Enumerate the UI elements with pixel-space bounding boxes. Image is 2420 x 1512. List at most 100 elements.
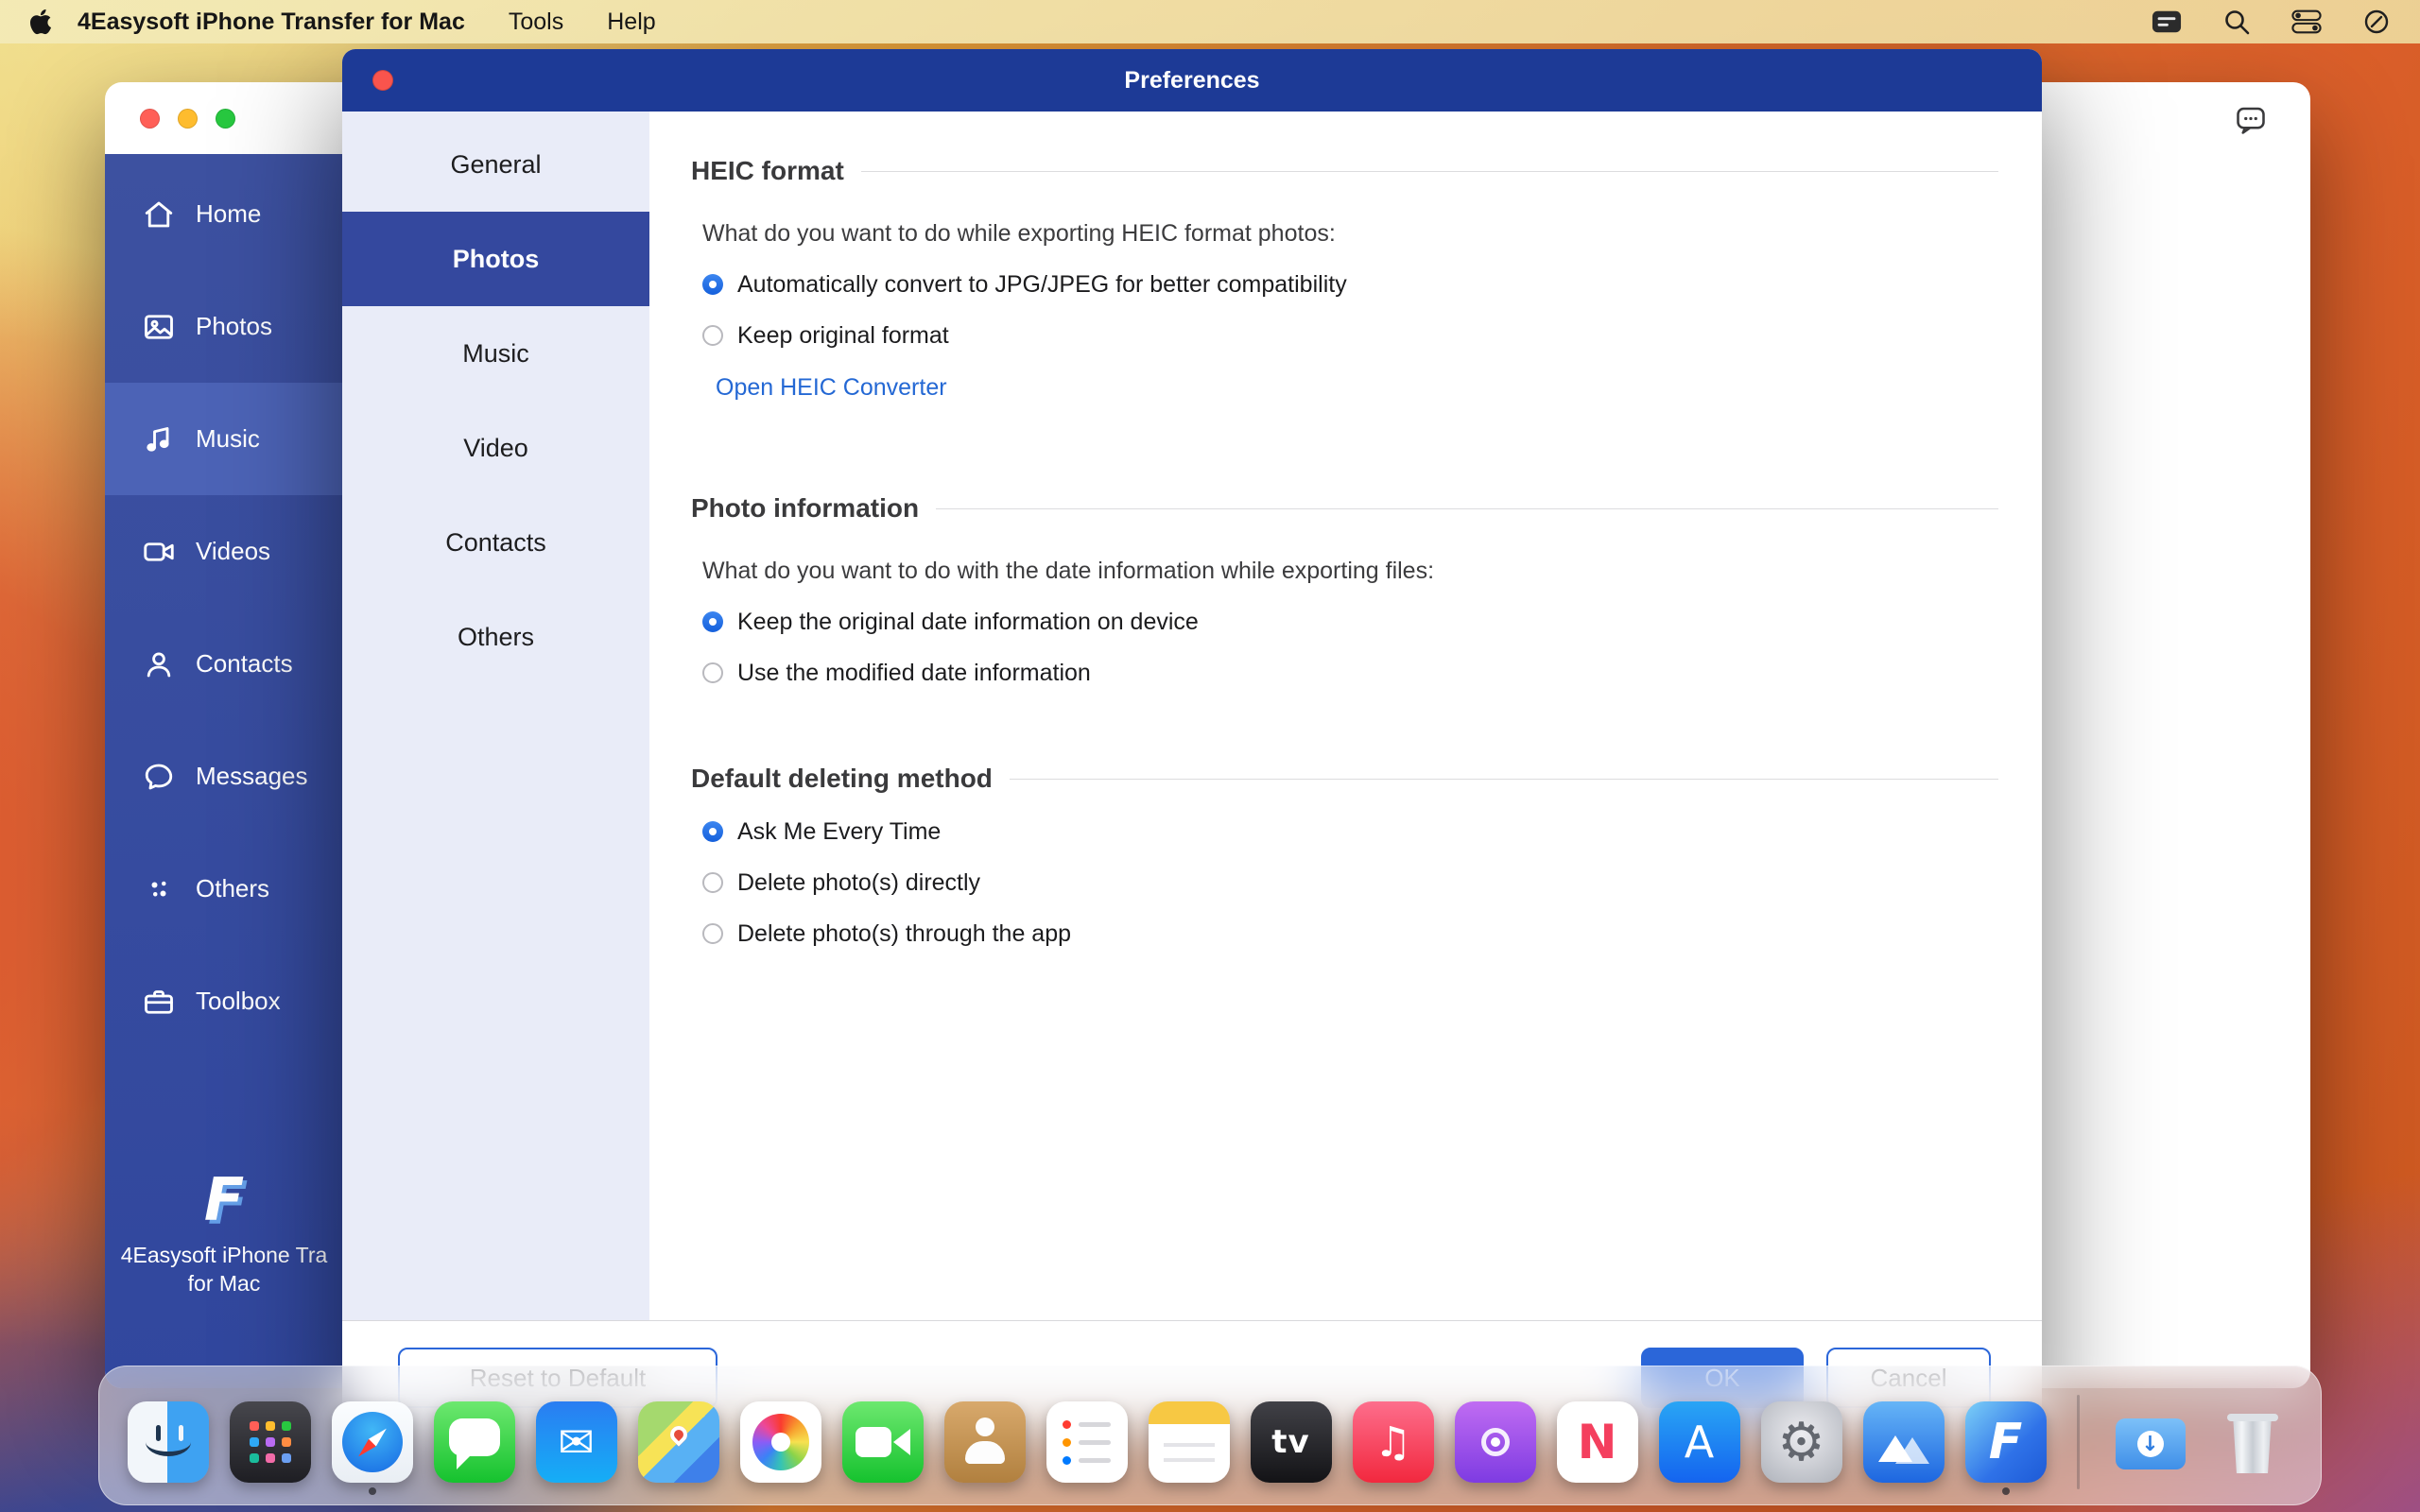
- news-dock-icon[interactable]: N: [1557, 1401, 1638, 1483]
- apple-tv-dock-icon[interactable]: tv: [1251, 1401, 1332, 1483]
- blue-mountain-app-dock-icon[interactable]: [1863, 1401, 1945, 1483]
- sidebar-item-photos[interactable]: Photos: [105, 270, 343, 383]
- safari-dock-icon[interactable]: [332, 1401, 413, 1483]
- heading-rule: [936, 508, 1998, 509]
- tab-general[interactable]: General: [342, 117, 649, 212]
- trash-dock-icon[interactable]: [2212, 1401, 2293, 1483]
- sidebar-item-contacts[interactable]: Contacts: [105, 608, 343, 720]
- sidebar-item-label: Videos: [196, 537, 270, 566]
- tab-label: Video: [463, 434, 528, 463]
- section-heading-text: HEIC format: [691, 156, 844, 186]
- sidebar-item-label: Toolbox: [196, 987, 281, 1016]
- menu-extra-icon[interactable]: [2361, 7, 2392, 37]
- sidebar-item-home[interactable]: Home: [105, 158, 343, 270]
- app-label-line2: for Mac: [105, 1269, 343, 1297]
- apple-menu-icon[interactable]: [28, 8, 53, 36]
- sidebar-item-label: Photos: [196, 312, 272, 341]
- radio-option-delete-through-app[interactable]: Delete photo(s) through the app: [702, 919, 1998, 948]
- contacts-dock-icon[interactable]: [944, 1401, 1026, 1483]
- keyboard-brightness-icon[interactable]: [2152, 7, 2182, 37]
- podcasts-dock-icon[interactable]: [1455, 1401, 1536, 1483]
- dialog-close-button[interactable]: [372, 70, 393, 91]
- menu-tools[interactable]: Tools: [509, 9, 563, 36]
- preferences-dialog: Preferences General Photos Music Video C…: [342, 49, 2042, 1429]
- section-heading: Photo information: [691, 492, 1998, 524]
- dock-separator: [2077, 1395, 2080, 1489]
- minimize-window-button[interactable]: [178, 109, 198, 129]
- radio-option-convert-jpg[interactable]: Automatically convert to JPG/JPEG for be…: [702, 270, 1998, 299]
- sidebar-item-videos[interactable]: Videos: [105, 495, 343, 608]
- radio-icon[interactable]: [702, 274, 723, 295]
- sidebar-item-messages[interactable]: Messages: [105, 720, 343, 833]
- radio-icon[interactable]: [702, 325, 723, 346]
- heading-rule: [1010, 779, 1998, 780]
- feedback-bubble-icon[interactable]: [2233, 103, 2269, 142]
- videos-icon: [141, 534, 177, 570]
- menu-bar: 4Easysoft iPhone Transfer for Mac Tools …: [0, 0, 2420, 43]
- radio-option-keep-original-format[interactable]: Keep original format: [702, 321, 1998, 350]
- close-window-button[interactable]: [140, 109, 160, 129]
- radio-label: Use the modified date information: [737, 660, 1091, 687]
- sidebar-item-label: Messages: [196, 762, 308, 791]
- radio-label: Delete photo(s) directly: [737, 869, 980, 897]
- radio-label: Delete photo(s) through the app: [737, 920, 1071, 948]
- dialog-body: General Photos Music Video Contacts Othe…: [342, 112, 2042, 1320]
- maps-dock-icon[interactable]: [638, 1401, 719, 1483]
- radio-option-ask-every-time[interactable]: Ask Me Every Time: [702, 817, 1998, 846]
- radio-label: Ask Me Every Time: [737, 818, 941, 846]
- section-default-deleting-method: Default deleting method Ask Me Every Tim…: [691, 763, 1998, 948]
- section-question: What do you want to do while exporting H…: [702, 219, 1998, 248]
- section-heic-format: HEIC format What do you want to do while…: [691, 155, 1998, 402]
- open-heic-converter-link[interactable]: Open HEIC Converter: [716, 374, 947, 402]
- menu-help[interactable]: Help: [607, 9, 655, 36]
- tab-others[interactable]: Others: [342, 590, 649, 684]
- radio-icon[interactable]: [702, 872, 723, 893]
- tab-contacts[interactable]: Contacts: [342, 495, 649, 590]
- radio-icon[interactable]: [702, 821, 723, 842]
- sidebar-item-others[interactable]: Others: [105, 833, 343, 945]
- zoom-window-button[interactable]: [216, 109, 235, 129]
- sidebar-item-toolbox[interactable]: Toolbox: [105, 945, 343, 1057]
- tab-photos[interactable]: Photos: [342, 212, 649, 306]
- downloads-dock-icon[interactable]: ↓: [2110, 1401, 2191, 1483]
- tab-label: General: [450, 150, 541, 180]
- home-icon: [141, 197, 177, 232]
- app-logo: F: [105, 1167, 343, 1233]
- traffic-lights: [140, 109, 235, 129]
- radio-option-delete-directly[interactable]: Delete photo(s) directly: [702, 868, 1998, 897]
- facetime-dock-icon[interactable]: [842, 1401, 924, 1483]
- mail-dock-icon[interactable]: ✉: [536, 1401, 617, 1483]
- reminders-dock-icon[interactable]: [1046, 1401, 1128, 1483]
- section-heading-text: Default deleting method: [691, 764, 993, 794]
- running-indicator: [369, 1487, 376, 1495]
- menu-bar-app-name[interactable]: 4Easysoft iPhone Transfer for Mac: [78, 9, 465, 36]
- tab-music[interactable]: Music: [342, 306, 649, 401]
- music-dock-icon[interactable]: ♫: [1353, 1401, 1434, 1483]
- radio-option-modified-date[interactable]: Use the modified date information: [702, 659, 1998, 687]
- radio-icon[interactable]: [702, 923, 723, 944]
- messages-dock-icon[interactable]: [434, 1401, 515, 1483]
- running-indicator: [2002, 1487, 2010, 1495]
- preferences-content: HEIC format What do you want to do while…: [649, 112, 2042, 1320]
- system-settings-dock-icon[interactable]: ⚙: [1761, 1401, 1842, 1483]
- sidebar-item-music[interactable]: Music: [105, 383, 343, 495]
- tab-video[interactable]: Video: [342, 401, 649, 495]
- contacts-icon: [141, 646, 177, 682]
- 4easysoft-dock-icon[interactable]: F: [1965, 1401, 2047, 1483]
- dialog-titlebar[interactable]: Preferences: [342, 49, 2042, 112]
- app-store-dock-icon[interactable]: A: [1659, 1401, 1740, 1483]
- notes-dock-icon[interactable]: [1149, 1401, 1230, 1483]
- section-heading-text: Photo information: [691, 493, 919, 524]
- photos-dock-icon[interactable]: [740, 1401, 821, 1483]
- dialog-title: Preferences: [1124, 67, 1259, 94]
- messages-icon: [141, 759, 177, 795]
- spotlight-search-icon[interactable]: [2221, 7, 2252, 37]
- radio-option-keep-original-date[interactable]: Keep the original date information on de…: [702, 608, 1998, 636]
- radio-icon[interactable]: [702, 662, 723, 683]
- control-center-icon[interactable]: [2291, 7, 2322, 37]
- radio-label: Keep original format: [737, 322, 949, 350]
- launchpad-dock-icon[interactable]: [230, 1401, 311, 1483]
- radio-icon[interactable]: [702, 611, 723, 632]
- sidebar-item-label: Others: [196, 874, 269, 903]
- finder-dock-icon[interactable]: [128, 1401, 209, 1483]
